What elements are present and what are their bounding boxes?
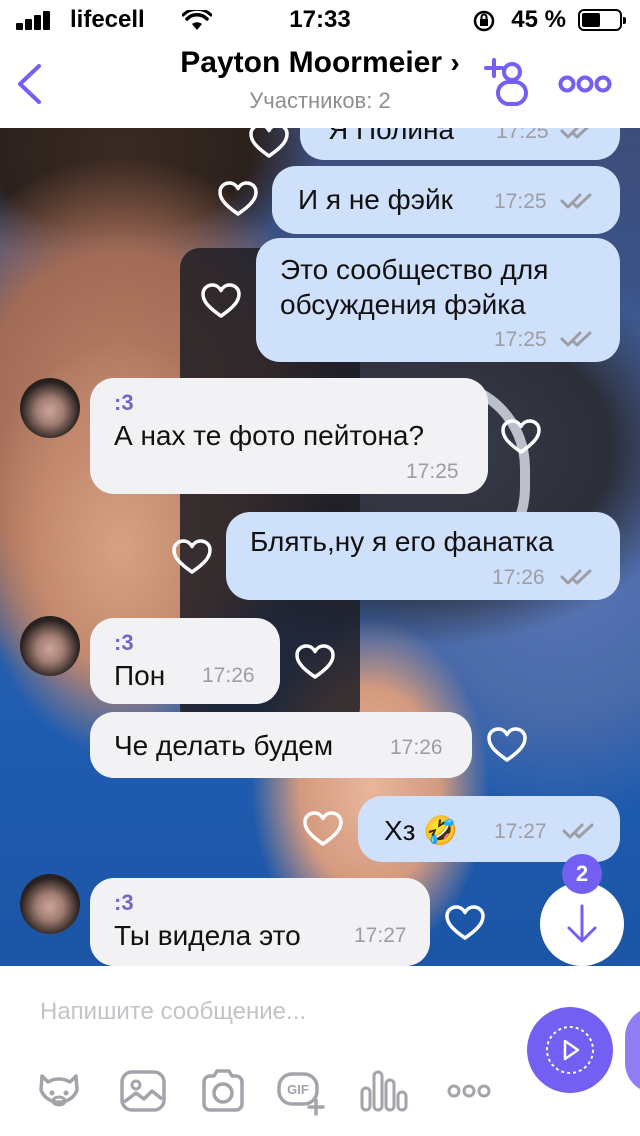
message-bubble[interactable]: :3 А нах те фото пейтона? 17:25 <box>90 378 488 494</box>
heart-icon[interactable] <box>200 282 242 320</box>
message-text: Ты видела это <box>114 920 301 951</box>
message-bubble[interactable]: :3 Ты видела это 17:27 <box>90 878 430 966</box>
message-time: 17:27 <box>354 924 407 947</box>
rotation-lock-icon <box>473 10 495 32</box>
message-text: Че делать будем <box>114 730 334 761</box>
sender-name: :3 <box>114 890 134 915</box>
sender-name: :3 <box>114 630 134 655</box>
camera-icon[interactable] <box>198 1066 248 1116</box>
heart-icon[interactable] <box>248 128 290 160</box>
voice-icon[interactable] <box>358 1066 408 1116</box>
arrow-down-icon <box>567 904 597 943</box>
message-text: И я не фэйк <box>298 184 453 215</box>
message-time: 17:25 <box>496 128 549 143</box>
rofl-emoji: 🤣 <box>423 815 459 846</box>
avatar[interactable] <box>20 616 80 676</box>
heart-icon[interactable] <box>171 538 213 576</box>
more-options-icon[interactable] <box>444 1066 494 1116</box>
participants-count: Участников: 2 <box>249 88 391 113</box>
message-bubble[interactable]: И я не фэйк 17:25 <box>272 166 620 234</box>
message-time: 17:25 <box>406 460 459 483</box>
title-chevron: › <box>450 47 460 78</box>
message-bubble[interactable]: Блять,ну я его фанатка 17:26 <box>226 512 620 600</box>
heart-icon[interactable] <box>217 180 259 218</box>
message-text: Блять,ну я его фанатка <box>250 526 554 557</box>
more-icon[interactable] <box>558 74 612 94</box>
message-text: А нах те фото пейтона? <box>114 420 425 451</box>
message-time: 17:26 <box>202 664 255 687</box>
message-bubble[interactable]: Че делать будем 17:26 <box>90 712 472 778</box>
send-button[interactable] <box>527 1007 613 1093</box>
message-text-line: Это сообщество для <box>280 254 549 285</box>
battery-icon <box>578 9 626 31</box>
message-bubble[interactable]: Это сообщество для обсуждения фэйка 17:2… <box>256 238 620 362</box>
message-bubble[interactable]: Хз 🤣 17:27 <box>358 796 620 862</box>
message-text-line: обсуждения фэйка <box>280 289 526 320</box>
message-text: Хз 🤣 <box>384 815 459 846</box>
avatar[interactable] <box>20 378 80 438</box>
double-check-icon <box>560 331 592 347</box>
double-check-icon <box>562 823 594 839</box>
chat-title[interactable]: Payton Moormeier › <box>0 46 640 80</box>
message-time: 17:25 <box>494 328 547 351</box>
message-time: 17:27 <box>494 820 547 843</box>
unread-badge: 2 <box>562 854 602 894</box>
sticker-icon[interactable] <box>34 1066 84 1116</box>
message-text: Пон <box>114 660 166 691</box>
heart-icon[interactable] <box>486 726 528 764</box>
message-time: 17:26 <box>492 566 545 589</box>
scroll-down-button[interactable] <box>540 882 624 966</box>
avatar[interactable] <box>20 874 80 934</box>
sender-name: :3 <box>114 390 134 415</box>
message-list[interactable]: Я Полина 17:25 И я не фэйк 17:25 Это соо… <box>0 128 640 966</box>
message-bubble[interactable]: Я Полина 17:25 <box>300 128 620 160</box>
double-check-icon <box>560 193 592 209</box>
play-icon <box>546 1026 594 1074</box>
gif-icon[interactable]: GIF <box>276 1066 326 1116</box>
add-participant-icon[interactable] <box>482 56 528 108</box>
heart-icon[interactable] <box>302 810 344 848</box>
message-text: Я Полина <box>328 128 455 145</box>
double-check-icon <box>560 569 592 585</box>
gallery-icon[interactable] <box>118 1066 168 1116</box>
svg-text:GIF: GIF <box>287 1082 309 1097</box>
battery-percent: 45 % <box>511 6 566 33</box>
heart-icon[interactable] <box>500 418 542 456</box>
message-input[interactable]: Напишите сообщение... <box>40 998 306 1026</box>
status-bar: lifecell 17:33 45 % <box>0 0 640 40</box>
double-check-icon <box>560 128 589 139</box>
heart-icon[interactable] <box>294 643 336 681</box>
message-bubble[interactable]: :3 Пон 17:26 <box>90 618 280 704</box>
heart-icon[interactable] <box>444 904 486 942</box>
message-time: 17:26 <box>390 736 443 759</box>
chat-header: Payton Moormeier › Участников: 2 <box>0 40 640 128</box>
message-time: 17:25 <box>494 190 547 213</box>
